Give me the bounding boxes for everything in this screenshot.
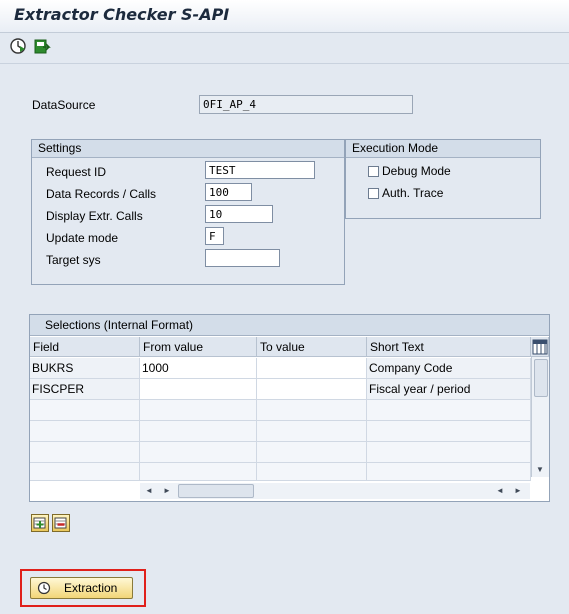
column-settings-button[interactable] xyxy=(531,337,549,357)
records-calls-field[interactable]: 100 xyxy=(205,183,252,201)
target-sys-field[interactable] xyxy=(205,249,280,267)
table-row-2-to[interactable] xyxy=(257,379,367,400)
horizontal-scrollbar[interactable]: ◄ ► ◄ ► xyxy=(140,483,530,499)
scroll-down-icon[interactable]: ▼ xyxy=(536,465,544,474)
display-calls-field[interactable]: 10 xyxy=(205,205,273,223)
request-id-label: Request ID xyxy=(46,165,107,179)
vertical-scrollbar[interactable]: ▼ xyxy=(531,357,549,477)
execution-mode-group: Execution Mode xyxy=(345,139,541,219)
delete-row-button[interactable] xyxy=(52,514,70,532)
table-row-empty xyxy=(257,421,367,442)
column-header-field[interactable]: Field xyxy=(30,337,140,357)
table-row-empty xyxy=(30,463,140,481)
display-calls-label: Display Extr. Calls xyxy=(46,209,143,223)
table-row-empty xyxy=(257,400,367,421)
horizontal-scroll-thumb[interactable] xyxy=(178,484,254,498)
table-row-empty xyxy=(257,463,367,481)
request-id-field[interactable]: TEST xyxy=(205,161,315,179)
datasource-label: DataSource xyxy=(32,98,96,112)
table-row-empty xyxy=(30,442,140,463)
debug-mode-label: Debug Mode xyxy=(382,164,451,178)
table-row-empty xyxy=(140,400,257,421)
table-row-2-field: FISCPER xyxy=(30,379,140,400)
table-row-1-to[interactable] xyxy=(257,358,367,379)
delete-row-icon xyxy=(54,517,67,529)
selections-title: Selections (Internal Format) xyxy=(30,315,549,336)
application-toolbar xyxy=(0,33,569,64)
table-row-empty xyxy=(367,442,531,463)
debug-mode-checkbox[interactable] xyxy=(368,166,379,177)
update-mode-label: Update mode xyxy=(46,231,119,245)
scroll-right-icon[interactable]: ► xyxy=(163,486,171,495)
target-sys-label: Target sys xyxy=(46,253,101,267)
column-header-to[interactable]: To value xyxy=(257,337,367,357)
save-variant-icon[interactable] xyxy=(33,37,51,55)
table-row-empty xyxy=(367,463,531,481)
vertical-scroll-thumb[interactable] xyxy=(534,359,548,397)
table-row-empty xyxy=(367,421,531,442)
table-row-empty xyxy=(30,400,140,421)
execute-icon xyxy=(37,581,51,595)
auth-trace-checkbox[interactable] xyxy=(368,188,379,199)
table-row-1-from[interactable]: 1000 xyxy=(140,358,257,379)
extraction-button-label: Extraction xyxy=(64,581,118,595)
table-row-empty xyxy=(140,442,257,463)
scroll-left-icon[interactable]: ◄ xyxy=(145,486,153,495)
table-row-1-text: Company Code xyxy=(367,358,531,379)
table-row-empty xyxy=(30,421,140,442)
insert-row-button[interactable] xyxy=(31,514,49,532)
table-row-1-field: BUKRS xyxy=(30,358,140,379)
records-calls-label: Data Records / Calls xyxy=(46,187,157,201)
page-title: Extractor Checker S-API xyxy=(14,5,230,24)
execution-mode-title: Execution Mode xyxy=(346,140,540,158)
execute-icon[interactable] xyxy=(9,37,27,55)
table-row-empty xyxy=(140,463,257,481)
table-row-empty xyxy=(257,442,367,463)
scroll-left-end-icon[interactable]: ◄ xyxy=(496,486,504,495)
table-settings-icon xyxy=(532,339,548,355)
extraction-button[interactable]: Extraction xyxy=(30,577,133,599)
table-row-empty xyxy=(140,421,257,442)
table-row-empty xyxy=(367,400,531,421)
auth-trace-label: Auth. Trace xyxy=(382,186,444,200)
settings-title: Settings xyxy=(32,140,344,158)
column-header-short-text[interactable]: Short Text xyxy=(367,337,531,357)
title-bar: Extractor Checker S-API xyxy=(0,0,569,33)
table-row-2-text: Fiscal year / period xyxy=(367,379,531,400)
column-header-from[interactable]: From value xyxy=(140,337,257,357)
table-row-2-from[interactable] xyxy=(140,379,257,400)
selections-table: Selections (Internal Format) Field From … xyxy=(29,314,550,502)
datasource-field[interactable]: 0FI_AP_4 xyxy=(199,95,413,114)
insert-row-icon xyxy=(33,517,46,529)
scroll-right-end-icon[interactable]: ► xyxy=(514,486,522,495)
update-mode-field[interactable]: F xyxy=(205,227,224,245)
